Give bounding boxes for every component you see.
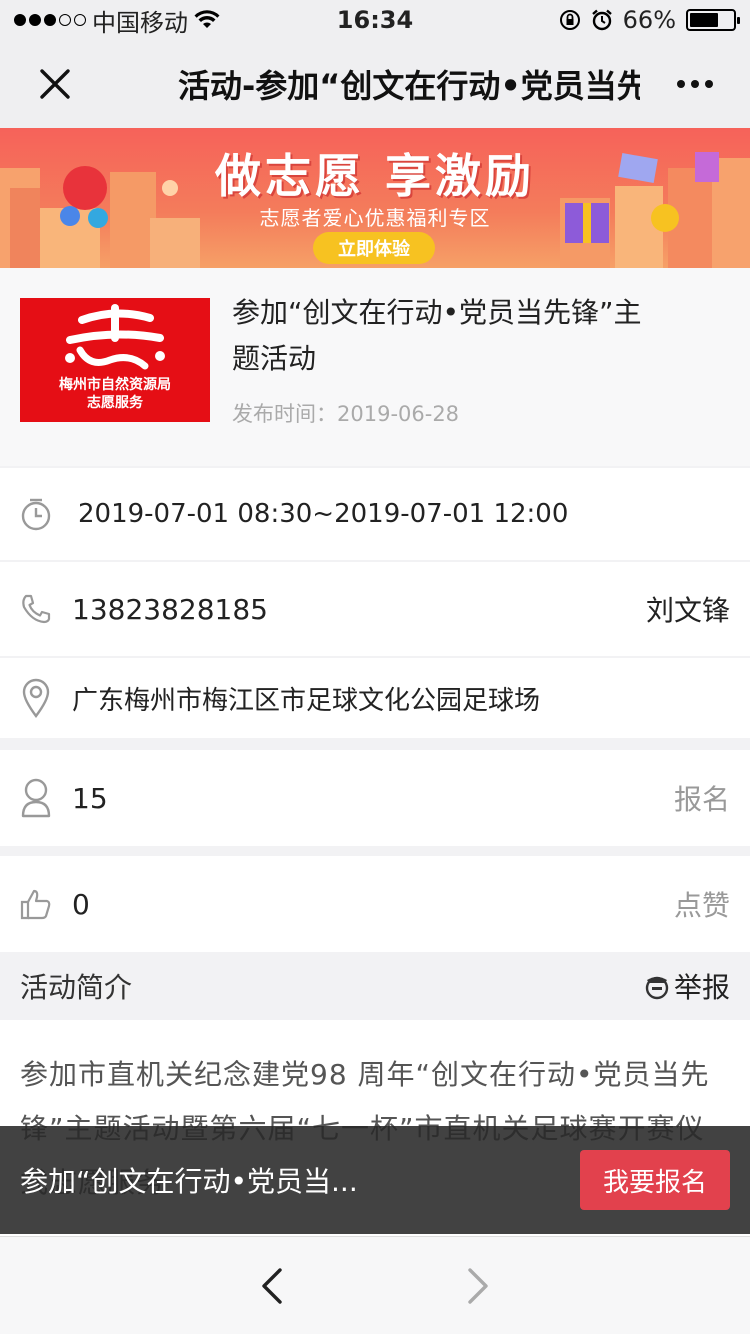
clock-icon: [0, 497, 72, 531]
event-header: 梅州市自然资源局 志愿服务 参加“创文在行动•党员当先锋”主题活动 发布时间：2…: [0, 268, 750, 466]
banner-button[interactable]: 立即体验: [313, 232, 435, 264]
promo-banner[interactable]: 做志愿 享激励 志愿者爱心优惠福利专区 立即体验: [0, 128, 750, 268]
rotation-lock-icon: [559, 10, 580, 30]
thumbs-up-icon: [0, 887, 72, 921]
logo-caption-line1: 梅州市自然资源局: [59, 377, 171, 393]
banner-title: 做志愿 享激励: [214, 149, 535, 203]
volunteer-logo-icon: [65, 304, 165, 370]
alarm-icon: [591, 9, 612, 31]
event-title: 参加“创文在行动•党员当先锋”主题活动: [232, 296, 642, 375]
page-title: 活动-参加“创文在行动•党员当先锋”主题活动: [178, 67, 640, 105]
event-time-row: 2019-07-01 08:30~2019-07-01 12:00: [0, 468, 750, 560]
nav-bar: 活动-参加“创文在行动•党员当先锋”主题活动: [0, 40, 750, 128]
person-icon: [0, 778, 72, 818]
battery-percent: 66%: [622, 6, 676, 34]
contact-name: 刘文锋: [645, 594, 730, 627]
signup-button[interactable]: 我要报名: [580, 1150, 730, 1210]
contact-phone[interactable]: 13823828185: [72, 593, 268, 626]
event-address: 广东梅州市梅江区市足球文化公园足球场: [72, 685, 541, 716]
more-button[interactable]: [640, 40, 750, 128]
banner-subtitle: 志愿者爱心优惠福利专区: [259, 206, 491, 230]
status-left: 中国移动: [14, 3, 220, 38]
publish-date: 发布时间：2019-06-28: [232, 398, 459, 428]
battery-level: [690, 13, 718, 27]
signup-count: 15: [72, 781, 108, 815]
status-right: 66%: [559, 6, 740, 34]
forward-button[interactable]: [450, 1258, 506, 1314]
logo-caption-line2: 志愿服务: [87, 395, 143, 411]
event-logo: 梅州市自然资源局 志愿服务: [20, 298, 210, 422]
back-button[interactable]: [244, 1258, 300, 1314]
publish-value: 2019-06-28: [337, 402, 460, 426]
signup-bar: 参加“创文在行动•党员当... 我要报名: [0, 1126, 750, 1234]
close-button[interactable]: [0, 40, 110, 128]
address-row[interactable]: 广东梅州市梅江区市足球文化公园足球场: [0, 658, 750, 738]
intro-header-label: 活动简介: [20, 971, 133, 1004]
battery-icon: [686, 9, 740, 31]
contact-row[interactable]: 13823828185 刘文锋: [0, 562, 750, 656]
report-label: 举报: [673, 971, 730, 1004]
phone-icon: [0, 593, 72, 625]
signup-bar-title: 参加“创文在行动•党员当...: [20, 1165, 358, 1198]
close-icon: [40, 69, 70, 99]
like-row[interactable]: 0 点赞: [0, 856, 750, 952]
chevron-left-icon: [262, 1267, 282, 1304]
wifi-icon: [194, 10, 220, 28]
more-icon: [677, 80, 685, 88]
report-button[interactable]: 举报: [644, 966, 730, 1006]
logo-caption: 梅州市自然资源局 志愿服务: [20, 376, 210, 412]
police-icon: [645, 976, 669, 1000]
signup-label[interactable]: 报名: [674, 778, 750, 818]
like-label[interactable]: 点赞: [674, 884, 750, 924]
chevron-right-icon: [468, 1267, 488, 1304]
event-time: 2019-07-01 08:30~2019-07-01 12:00: [78, 499, 569, 529]
like-count: 0: [72, 887, 90, 921]
publish-label: 发布时间：: [232, 402, 337, 426]
browser-toolbar: [0, 1236, 750, 1334]
carrier-label: 中国移动: [92, 8, 188, 37]
intro-section-header: 活动简介 举报: [0, 952, 750, 1020]
location-pin-icon: [0, 678, 72, 718]
status-bar: 中国移动 16:34 66%: [0, 0, 750, 40]
signal-icon: [14, 14, 86, 26]
signup-count-row[interactable]: 15 报名: [0, 750, 750, 846]
